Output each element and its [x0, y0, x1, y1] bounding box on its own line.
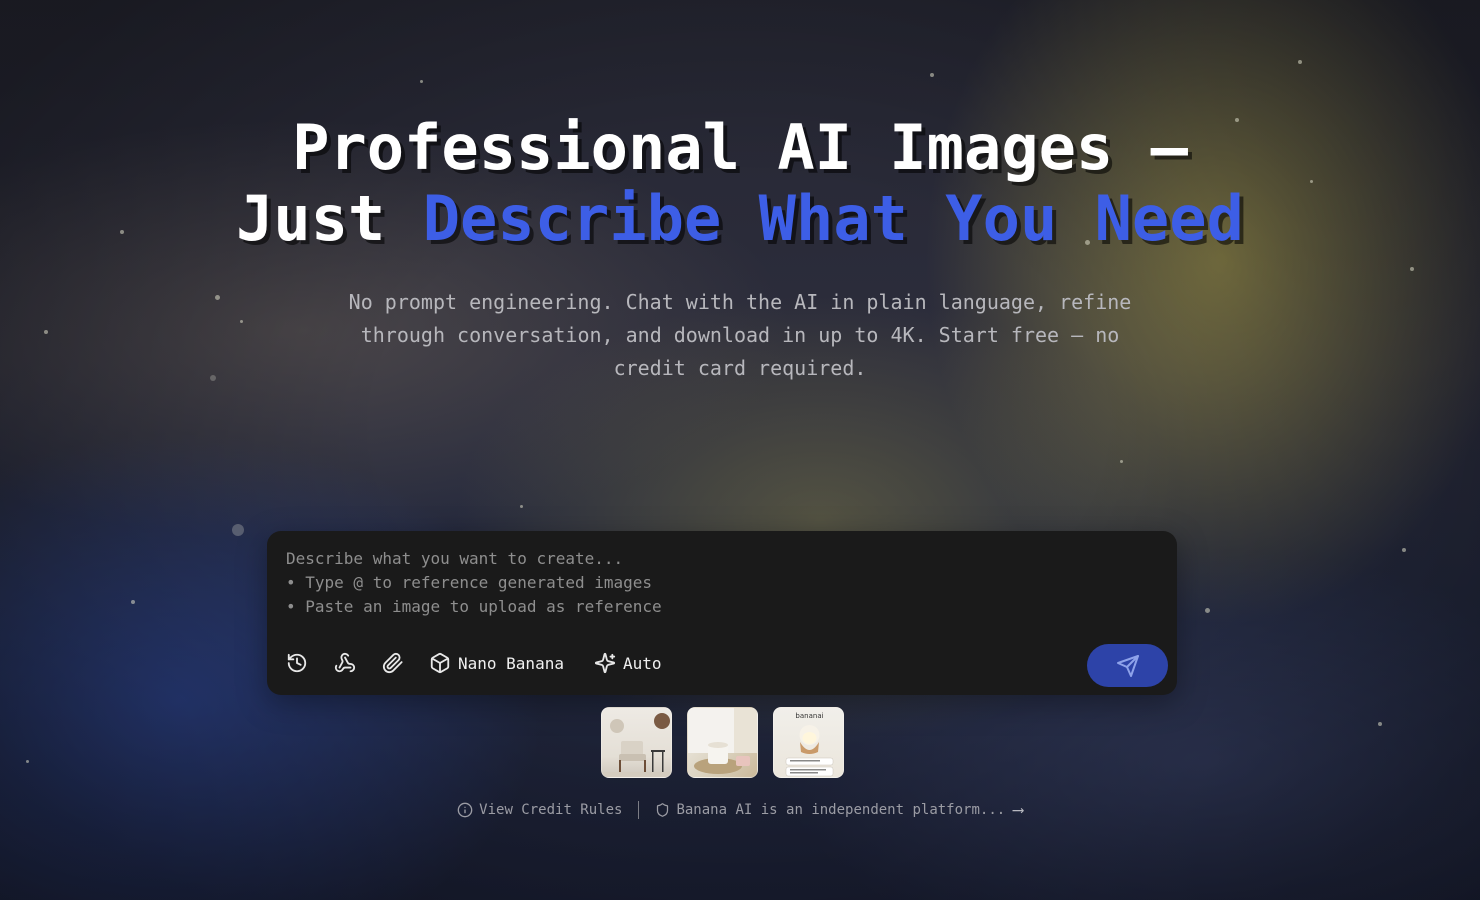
hero: Professional AI Images — Just Describe W…	[0, 112, 1480, 385]
candle-image	[688, 708, 757, 774]
prompt-composer: Describe what you want to create... • Ty…	[267, 531, 1177, 695]
prompt-placeholder-line-2: • Type @ to reference generated images	[286, 573, 653, 592]
model-label: Nano Banana	[458, 653, 564, 673]
attach-button[interactable]	[381, 651, 405, 675]
arrow-right-icon: ⟶	[1013, 800, 1023, 819]
prompt-placeholder-line-3: • Paste an image to upload as reference	[286, 597, 662, 616]
send-button[interactable]	[1087, 644, 1168, 687]
mode-selector[interactable]: Auto	[594, 652, 662, 674]
style-button[interactable]	[333, 651, 357, 675]
footer-divider	[638, 800, 640, 819]
title-accent: Describe What You Need	[422, 182, 1244, 255]
shield-icon	[657, 802, 669, 817]
page-subtitle: No prompt engineering. Chat with the AI …	[348, 290, 1132, 380]
diffuser-image: bananai	[785, 712, 834, 777]
model-selector[interactable]: Nano Banana	[429, 652, 564, 674]
example-thumb-candle[interactable]	[687, 707, 758, 778]
history-button[interactable]	[285, 651, 309, 675]
thumb-caption: bananai	[795, 712, 823, 720]
example-thumb-armchair[interactable]	[601, 707, 672, 778]
paperclip-icon	[382, 652, 403, 674]
sparkles-icon	[594, 652, 616, 674]
page-title: Professional AI Images — Just Describe W…	[190, 112, 1290, 254]
prompt-input[interactable]: Describe what you want to create... • Ty…	[286, 547, 662, 619]
mode-label: Auto	[622, 653, 662, 673]
credit-rules-label: View Credit Rules	[479, 801, 623, 818]
info-icon	[457, 802, 473, 817]
credit-rules-link[interactable]: View Credit Rules	[457, 802, 622, 818]
armchair-image	[602, 713, 671, 777]
send-icon	[1116, 654, 1139, 677]
footer-links: View Credit Rules Banana AI is an indepe…	[0, 800, 1480, 819]
webhook-icon	[334, 652, 356, 673]
title-just: Just	[236, 182, 423, 255]
disclaimer-label: Banana AI is an independent platform...	[676, 801, 1006, 818]
disclaimer-link[interactable]: Banana AI is an independent platform... …	[655, 800, 1023, 819]
box-icon	[430, 652, 450, 674]
composer-toolbar: Nano Banana Auto	[285, 651, 692, 675]
history-icon	[287, 653, 307, 673]
title-line-1: Professional AI Images —	[292, 111, 1188, 184]
prompt-placeholder-line-1: Describe what you want to create...	[286, 549, 624, 568]
example-thumbnails: bananai	[601, 707, 859, 778]
example-thumb-diffuser[interactable]: bananai	[773, 707, 844, 778]
